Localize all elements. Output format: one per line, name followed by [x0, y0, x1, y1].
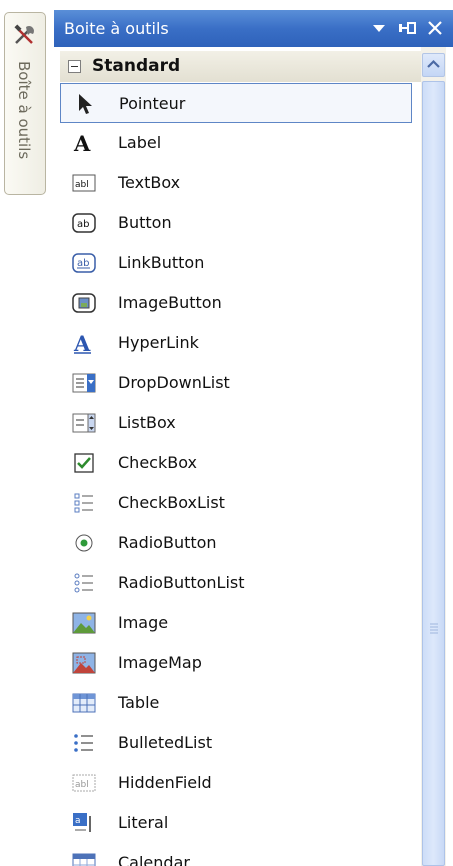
svg-text:A: A: [73, 132, 91, 154]
toolbox-item-label: LinkButton: [118, 253, 205, 272]
scrollbar-thumb[interactable]: [422, 81, 445, 866]
toolbox-item-label: ImageMap: [118, 653, 202, 672]
svg-text:ab: ab: [77, 219, 89, 230]
toolbox-item-calendar[interactable]: Calendar: [60, 843, 412, 866]
chevron-up-icon: [427, 59, 440, 68]
toolbox-item-imagebutton[interactable]: ImageButton: [60, 283, 412, 323]
toolbox-item-label: BulletedList: [118, 733, 213, 752]
literal-icon: a: [73, 813, 91, 832]
imagebutton-icon: [72, 293, 96, 313]
toolbox-item-listbox[interactable]: ListBox: [60, 403, 412, 443]
toolbox-item-label: Label: [118, 133, 162, 152]
toolbox-item-checkboxlist[interactable]: CheckBoxList: [60, 483, 412, 523]
toolbox-item-label: DropDownList: [118, 373, 230, 392]
vertical-scrollbar[interactable]: [421, 47, 446, 866]
toolbox-item-label[interactable]: A Label: [60, 123, 412, 163]
toolbox-item-hiddenfield[interactable]: abl HiddenField: [60, 763, 412, 803]
scroll-up-button[interactable]: [422, 53, 445, 77]
group-header-standard[interactable]: Standard: [60, 51, 421, 82]
toolbox-item-label: RadioButtonList: [118, 573, 245, 592]
side-dock: Boîte à outils: [0, 0, 54, 866]
toolbox-item-pointeur[interactable]: Pointeur: [60, 83, 412, 123]
toolbox-item-checkbox[interactable]: CheckBox: [60, 443, 412, 483]
listbox-icon: [72, 413, 96, 433]
textbox-icon: abl: [72, 174, 96, 192]
toolbox-content: Standard Pointeur A Label abl TextBox ab…: [54, 47, 453, 866]
hyperlink-icon: A: [73, 332, 91, 354]
hiddenfield-icon: abl: [72, 774, 96, 792]
svg-text:abl: abl: [75, 780, 89, 790]
toolbox-item-textbox[interactable]: abl TextBox: [60, 163, 412, 203]
checkbox-icon: [74, 453, 94, 473]
group-label: Standard: [92, 56, 181, 76]
panel-title: Boite à outils: [64, 19, 169, 38]
toolbox-item-label: Literal: [118, 813, 169, 832]
grip-icon: [430, 623, 438, 634]
toolbox-item-table[interactable]: Table: [60, 683, 412, 723]
svg-text:A: A: [73, 332, 91, 354]
toolbox-item-bulletedlist[interactable]: BulletedList: [60, 723, 412, 763]
toolbox-titlebar: Boite à outils: [54, 10, 453, 47]
svg-text:ab: ab: [77, 258, 89, 269]
button-icon: ab: [72, 213, 96, 233]
toolbox-item-label: Calendar: [118, 853, 190, 866]
toolbox-item-imagemap[interactable]: ImageMap: [60, 643, 412, 683]
collapse-toggle-icon[interactable]: [68, 60, 81, 73]
dropdownlist-icon: [72, 373, 96, 393]
toolbox-item-label: RadioButton: [118, 533, 217, 552]
checkboxlist-icon: [74, 493, 93, 513]
toolbox-item-label: CheckBoxList: [118, 493, 225, 512]
toolbox-item-literal[interactable]: a Literal: [60, 803, 412, 843]
toolbox-item-image[interactable]: Image: [60, 603, 412, 643]
toolbox-item-label: HiddenField: [118, 773, 212, 792]
toolbox-item-list: Pointeur A Label abl TextBox ab Button a…: [60, 83, 415, 866]
side-tab-label: Boîte à outils: [15, 61, 33, 160]
toolbox-item-button[interactable]: ab Button: [60, 203, 412, 243]
dropdown-arrow-icon[interactable]: [368, 17, 390, 39]
toolbox-item-label: HyperLink: [118, 333, 199, 352]
svg-text:abl: abl: [75, 180, 89, 190]
toolbox-item-label: Image: [118, 613, 169, 632]
bulletedlist-icon: [74, 734, 93, 752]
toolbox-item-radiobutton[interactable]: RadioButton: [60, 523, 412, 563]
table-icon: [72, 693, 96, 713]
image-icon: [72, 612, 96, 634]
toolbox-item-dropdownlist[interactable]: DropDownList: [60, 363, 412, 403]
toolbox-item-label: CheckBox: [118, 453, 197, 472]
toolbox-item-label: ListBox: [118, 413, 176, 432]
toolbox-item-hyperlink[interactable]: A HyperLink: [60, 323, 412, 363]
toolbox-item-radiobuttonlist[interactable]: RadioButtonList: [60, 563, 412, 603]
label-icon: A: [73, 132, 91, 154]
toolbox-item-label: Pointeur: [119, 94, 186, 113]
toolbox-item-label: ImageButton: [118, 293, 222, 312]
toolbox-item-label: TextBox: [118, 173, 181, 192]
imagemap-icon: [72, 652, 96, 674]
toolbox-item-label: Table: [118, 693, 160, 712]
toolbox-side-tab[interactable]: Boîte à outils: [4, 12, 46, 195]
toolbox-icon: [14, 24, 35, 44]
radiobuttonlist-icon: [74, 573, 93, 593]
toolbox-item-linkbutton[interactable]: ab LinkButton: [60, 243, 412, 283]
toolbox-panel: Boite à outils Standard Pointeur A Label: [54, 0, 453, 866]
radiobutton-icon: [75, 534, 93, 552]
toolbox-item-label: Button: [118, 213, 172, 232]
linkbutton-icon: ab: [72, 253, 96, 273]
calendar-icon: [72, 853, 96, 866]
pin-icon[interactable]: [396, 17, 418, 39]
pointer-icon: [79, 94, 92, 114]
close-icon[interactable]: [424, 17, 446, 39]
svg-text:a: a: [75, 816, 81, 826]
